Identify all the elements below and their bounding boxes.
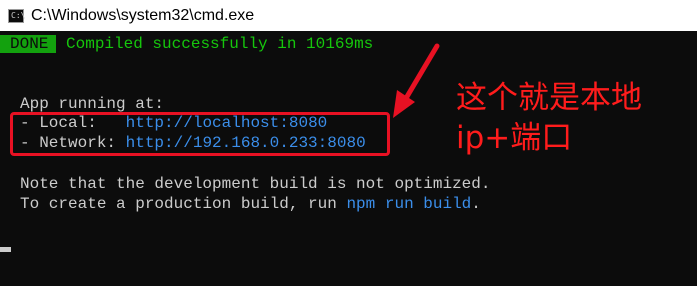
network-url-line: - Network: http://192.168.0.233:8080: [20, 133, 366, 153]
local-url[interactable]: http://localhost:: [126, 114, 289, 132]
note-line-1: Note that the development build is not o…: [20, 174, 490, 194]
compile-status-line: DONE Compiled successfully in 10169ms: [0, 34, 373, 54]
cmd-window: C:\ C:\Windows\system32\cmd.exe DONE Com…: [0, 0, 697, 286]
local-label: - Local:: [20, 114, 126, 132]
cmd-icon: C:\: [8, 8, 25, 23]
note-text-2-suffix: .: [471, 195, 481, 213]
console-output[interactable]: DONE Compiled successfully in 10169ms Ap…: [0, 31, 697, 286]
network-port[interactable]: 8080: [327, 134, 365, 152]
done-badge: DONE: [0, 35, 57, 53]
title-bar[interactable]: C:\ C:\Windows\system32\cmd.exe: [0, 0, 697, 31]
text-cursor: [0, 247, 11, 252]
network-url[interactable]: http://192.168.0.233:: [126, 134, 328, 152]
local-port[interactable]: 8080: [289, 114, 327, 132]
annotation-arrow-icon: [393, 43, 440, 118]
note-line-2: To create a production build, run npm ru…: [20, 194, 481, 214]
network-label: - Network:: [20, 134, 126, 152]
note-text-1: Note that the development build is not o…: [20, 175, 491, 193]
npm-command: npm run build: [346, 195, 472, 213]
note-text-2-prefix: To create a production build, run: [20, 195, 347, 213]
compile-message: Compiled successfully in 10169ms: [66, 35, 374, 53]
annotation-line-1: 这个就是本地: [456, 80, 642, 116]
annotation-line-2: ip+端口: [456, 120, 573, 156]
app-running-line: App running at:: [20, 94, 164, 114]
window-title: C:\Windows\system32\cmd.exe: [31, 6, 255, 24]
app-running-text: App running at:: [20, 95, 165, 113]
local-url-line: - Local: http://localhost:8080: [20, 113, 327, 133]
annotation-text: 这个就是本地 ip+端口: [456, 78, 642, 158]
